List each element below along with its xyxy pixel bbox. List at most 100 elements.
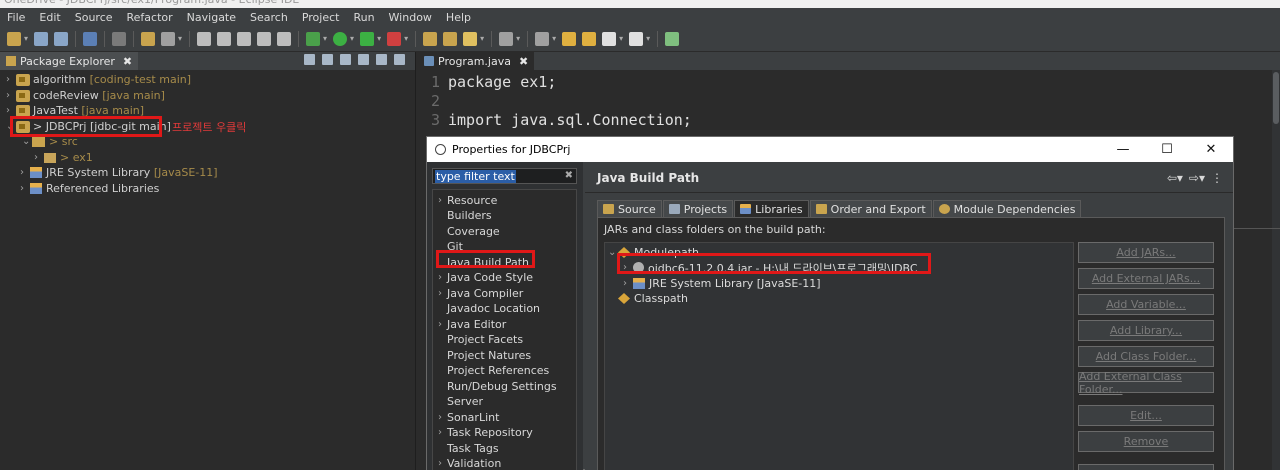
menu-project[interactable]: Project xyxy=(295,11,347,24)
chevron-right-icon[interactable]: › xyxy=(34,152,44,163)
nav-item-validation[interactable]: › Validation xyxy=(433,456,501,470)
nav-item-javadoc-location[interactable]: Javadoc Location xyxy=(433,301,540,316)
tab-source[interactable]: Source xyxy=(597,200,662,217)
menu-refactor[interactable]: Refactor xyxy=(120,11,180,24)
dropdown-icon[interactable]: ▾ xyxy=(480,34,484,43)
nav-item-task-repository[interactable]: › Task Repository xyxy=(433,425,533,440)
maximize-button[interactable]: ☐ xyxy=(1145,137,1189,162)
add-class-folder-button[interactable]: Add Class Folder... xyxy=(1078,346,1214,367)
menu-help[interactable]: Help xyxy=(439,11,478,24)
nav-item-java-compiler[interactable]: › Java Compiler xyxy=(433,286,523,301)
code-line[interactable]: 1 package ex1; xyxy=(418,72,556,91)
nav-item-server[interactable]: Server xyxy=(433,394,483,409)
add-jars-button[interactable]: Add JARs... xyxy=(1078,242,1214,263)
save-icon[interactable] xyxy=(34,31,49,46)
chevron-right-icon[interactable]: › xyxy=(433,412,447,423)
dropdown-icon[interactable]: ▾ xyxy=(350,34,354,43)
new-icon[interactable] xyxy=(7,31,21,46)
tree-item-classpath[interactable]: Classpath xyxy=(618,291,688,306)
add-variable-button[interactable]: Add Variable... xyxy=(1078,294,1214,315)
add-external-class-folder-button[interactable]: Add External Class Folder... xyxy=(1078,370,1214,396)
nav-item-task-tags[interactable]: Task Tags xyxy=(433,441,499,456)
minimize-button[interactable]: — xyxy=(1101,137,1145,162)
perspective-icon[interactable] xyxy=(665,31,680,46)
toggle-icon[interactable] xyxy=(161,31,176,46)
scroll-thumb[interactable] xyxy=(1273,72,1279,124)
tree-item-jre[interactable]: › JRE System Library [JavaSE-11] xyxy=(20,165,218,180)
tree-item-codereview[interactable]: › codeReview [java main] xyxy=(6,88,165,103)
run-icon[interactable] xyxy=(333,31,348,46)
clear-filter-icon[interactable]: ✖ xyxy=(565,170,573,181)
chevron-right-icon[interactable]: › xyxy=(6,74,16,85)
tab-package-explorer[interactable]: Package Explorer ✖ xyxy=(0,52,139,70)
tab-libraries[interactable]: Libraries xyxy=(734,200,809,217)
next-annotation-icon[interactable] xyxy=(499,31,514,46)
menu-run[interactable]: Run xyxy=(346,11,381,24)
block-select-icon[interactable] xyxy=(237,31,252,46)
close-icon[interactable]: ✖ xyxy=(123,55,132,68)
coverage-icon[interactable] xyxy=(360,31,375,46)
debug-icon[interactable] xyxy=(306,31,321,46)
code-line[interactable]: 3 import java.sql.Connection; xyxy=(418,110,692,129)
chevron-right-icon[interactable]: › xyxy=(6,105,16,116)
dropdown-icon[interactable]: ▾ xyxy=(646,34,650,43)
tab-order-export[interactable]: Order and Export xyxy=(809,200,932,217)
tab-module-dependencies[interactable]: Module Dependencies xyxy=(932,200,1082,217)
open-type-icon[interactable] xyxy=(423,31,438,46)
nav-item-resource[interactable]: › Resource xyxy=(433,193,497,208)
menu-edit[interactable]: Edit xyxy=(32,11,67,24)
dropdown-icon[interactable]: ▾ xyxy=(404,34,408,43)
open-task-icon[interactable] xyxy=(443,31,458,46)
dropdown-icon[interactable]: ▾ xyxy=(323,34,327,43)
dropdown-icon[interactable]: ▾ xyxy=(377,34,381,43)
tree-item-jre[interactable]: › JRE System Library [JavaSE-11] xyxy=(623,276,821,291)
nav-item-coverage[interactable]: Coverage xyxy=(433,224,500,239)
collapse-all-icon[interactable] xyxy=(304,54,315,65)
forward-icon[interactable] xyxy=(629,31,644,46)
chevron-down-icon[interactable]: ⌄ xyxy=(22,136,32,147)
dropdown-icon[interactable]: ▾ xyxy=(178,34,182,43)
edit-button[interactable]: Edit... xyxy=(1078,405,1214,426)
terminal-icon[interactable] xyxy=(83,31,98,46)
chevron-right-icon[interactable]: › xyxy=(6,90,16,101)
filter-input[interactable]: type filter text ✖ xyxy=(432,168,577,184)
mark-occurrences-icon[interactable] xyxy=(197,31,212,46)
add-external-jars-button[interactable]: Add External JARs... xyxy=(1078,268,1214,289)
last-edit-icon[interactable] xyxy=(562,31,577,46)
nav-item-java-editor[interactable]: › Java Editor xyxy=(433,317,506,332)
maximize-icon[interactable] xyxy=(394,54,405,65)
nav-item-java-code-style[interactable]: › Java Code Style xyxy=(433,270,533,285)
skip-breakpoints-icon[interactable] xyxy=(112,31,127,46)
forward-arrow-icon[interactable]: ⇨▾ xyxy=(1189,171,1205,185)
tree-item-algorithm[interactable]: › algorithm [coding-test main] xyxy=(6,72,191,87)
close-button[interactable]: ✕ xyxy=(1189,137,1233,162)
chevron-right-icon[interactable]: › xyxy=(433,288,447,299)
menu-file[interactable]: File xyxy=(0,11,32,24)
menu-navigate[interactable]: Navigate xyxy=(180,11,243,24)
menu-source[interactable]: Source xyxy=(68,11,120,24)
blank-button[interactable] xyxy=(1078,464,1214,470)
tree-item-referenced-libraries[interactable]: › Referenced Libraries xyxy=(20,181,159,196)
word-wrap-icon[interactable] xyxy=(257,31,272,46)
close-icon[interactable]: ✖ xyxy=(519,55,528,68)
chevron-right-icon[interactable]: › xyxy=(433,272,447,283)
tab-projects[interactable]: Projects xyxy=(662,200,734,217)
back-icon[interactable] xyxy=(602,31,617,46)
nav-item-run-debug-settings[interactable]: Run/Debug Settings xyxy=(433,379,557,394)
menu-search[interactable]: Search xyxy=(243,11,295,24)
more-options-icon[interactable]: ⋮ xyxy=(1211,171,1223,185)
nav-item-builders[interactable]: Builders xyxy=(433,208,492,223)
link-editor-icon[interactable] xyxy=(322,54,333,65)
external-tools-icon[interactable] xyxy=(387,31,402,46)
dropdown-icon[interactable]: ▾ xyxy=(619,34,623,43)
nav-item-project-natures[interactable]: Project Natures xyxy=(433,348,531,363)
editor-scrollbar[interactable] xyxy=(1272,70,1280,470)
tree-item-ex1[interactable]: › > ex1 xyxy=(34,150,93,165)
forward-edit-icon[interactable] xyxy=(582,31,597,46)
view-menu-icon[interactable] xyxy=(358,54,369,65)
chevron-right-icon[interactable]: › xyxy=(433,195,447,206)
minimize-icon[interactable] xyxy=(376,54,387,65)
remove-button[interactable]: Remove xyxy=(1078,431,1214,452)
nav-item-project-facets[interactable]: Project Facets xyxy=(433,332,523,347)
add-library-button[interactable]: Add Library... xyxy=(1078,320,1214,341)
